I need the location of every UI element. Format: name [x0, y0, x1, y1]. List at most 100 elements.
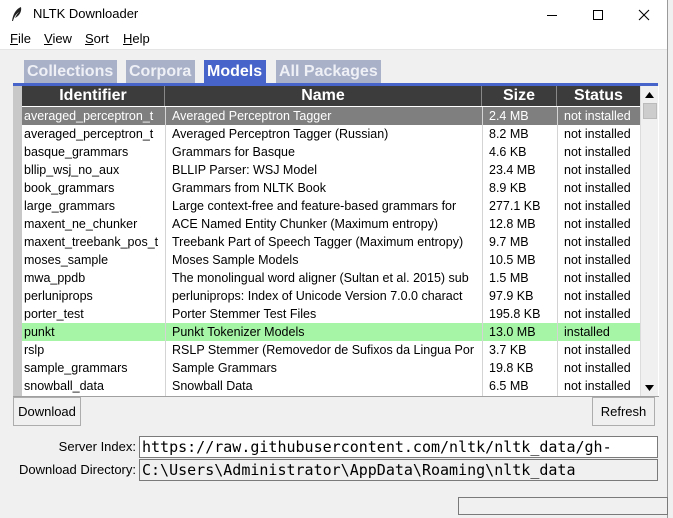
- tab-all-packages[interactable]: All Packages: [276, 60, 381, 83]
- cell-name: Sample Grammars: [172, 361, 277, 375]
- cell-size: 8.2 MB: [489, 127, 529, 141]
- refresh-button[interactable]: Refresh: [592, 397, 655, 426]
- table-row[interactable]: rslp RSLP Stemmer (Removedor de Sufixos d…: [22, 341, 640, 359]
- table-row[interactable]: sample_grammars Sample Grammars 19.8 KB not…: [22, 359, 640, 377]
- cell-status: not installed: [564, 253, 631, 267]
- cell-status: not installed: [564, 235, 631, 249]
- cell-status: not installed: [564, 145, 631, 159]
- cell-name: Snowball Data: [172, 379, 253, 393]
- column-divider: [482, 107, 483, 396]
- close-icon: [638, 9, 650, 20]
- cell-status: not installed: [564, 217, 631, 231]
- cell-size: 13.0 MB: [489, 325, 536, 339]
- table-row[interactable]: porter_test Porter Stemmer Test Files 195.…: [22, 305, 640, 323]
- cell-identifier: maxent_ne_chunker: [24, 217, 138, 231]
- cell-identifier: sample_grammars: [24, 361, 128, 375]
- table-row[interactable]: large_grammars Large context-free and fea…: [22, 197, 640, 215]
- cell-size: 3.7 KB: [489, 343, 527, 357]
- download-directory-input[interactable]: C:\Users\Administrator\AppData\Roaming\n…: [139, 459, 658, 481]
- cell-status: not installed: [564, 343, 631, 357]
- cell-name: Treebank Part of Speech Tagger (Maximum …: [172, 235, 464, 249]
- column-header-name[interactable]: Name: [165, 86, 482, 106]
- table-row[interactable]: punkt Punkt Tokenizer Models 13.0 MB instal…: [22, 323, 640, 341]
- tab-collections[interactable]: Collections: [24, 60, 117, 83]
- feather-pen-icon: [12, 7, 22, 21]
- menu-file[interactable]: File: [10, 31, 31, 46]
- cell-status: not installed: [564, 163, 631, 177]
- menu-sort-accel: S: [85, 31, 94, 46]
- scroll-down-button[interactable]: [641, 379, 658, 396]
- menu-view[interactable]: View: [44, 31, 72, 46]
- table-row[interactable]: basque_grammars Grammars for Basque 4.6 KB…: [22, 143, 640, 161]
- minimize-button[interactable]: [529, 0, 575, 29]
- cell-size: 277.1 KB: [489, 199, 541, 213]
- nltk-downloader-window: NLTK Downloader File View Sort Help Coll…: [0, 0, 668, 518]
- cell-name: Averaged Perceptron Tagger (Russian): [172, 127, 389, 141]
- cell-status: installed: [564, 325, 610, 339]
- menu-sort-label: ort: [93, 31, 109, 46]
- window-title: NLTK Downloader: [33, 6, 139, 21]
- cell-identifier: mwa_ppdb: [24, 271, 86, 285]
- column-divider: [165, 107, 166, 396]
- cell-identifier: maxent_treebank_pos_t: [24, 235, 159, 249]
- cell-name: Moses Sample Models: [172, 253, 299, 267]
- scroll-up-button[interactable]: [641, 86, 658, 103]
- cell-size: 6.5 MB: [489, 379, 529, 393]
- table-row[interactable]: perluniprops perluniprops: Index of Unico…: [22, 287, 640, 305]
- server-index-input[interactable]: https://raw.githubusercontent.com/nltk/n…: [139, 436, 658, 458]
- column-divider: [557, 107, 558, 396]
- menu-help-accel: H: [123, 31, 133, 46]
- cell-identifier: punkt: [24, 325, 55, 339]
- cell-size: 4.6 KB: [489, 145, 527, 159]
- table-scrollbar[interactable]: [640, 86, 658, 396]
- menu-file-label: ile: [17, 31, 31, 46]
- table-row[interactable]: averaged_perceptron_t Averaged Perceptron…: [22, 125, 640, 143]
- menu-help-label: elp: [132, 31, 150, 46]
- arrow-down-icon: [645, 384, 654, 391]
- table-row[interactable]: bllip_wsj_no_aux BLLIP Parser: WSJ Model 2…: [22, 161, 640, 179]
- cell-status: not installed: [564, 199, 631, 213]
- column-header-identifier[interactable]: Identifier: [22, 86, 165, 106]
- table-row[interactable]: maxent_treebank_pos_t Treebank Part of Sp…: [22, 233, 640, 251]
- cell-size: 19.8 KB: [489, 361, 534, 375]
- menu-sort[interactable]: Sort: [85, 31, 109, 46]
- tab-models[interactable]: Models: [204, 60, 266, 83]
- cell-size: 12.8 MB: [489, 217, 536, 231]
- table-row[interactable]: maxent_ne_chunker ACE Named Entity Chunke…: [22, 215, 640, 233]
- cell-status: not installed: [564, 181, 631, 195]
- table-row[interactable]: book_grammars Grammars from NLTK Book 8.9 …: [22, 179, 640, 197]
- tab-corpora[interactable]: Corpora: [126, 60, 195, 83]
- cell-name: The monolingual word aligner (Sultan et …: [172, 271, 469, 285]
- menu-bar: File View Sort Help: [0, 29, 667, 50]
- cell-status: not installed: [564, 379, 631, 393]
- maximize-icon: [593, 9, 603, 20]
- cell-name: Punkt Tokenizer Models: [172, 325, 305, 339]
- cell-name: Grammars for Basque: [172, 145, 295, 159]
- cell-name: Porter Stemmer Test Files: [172, 307, 317, 321]
- column-header-status[interactable]: Status: [557, 86, 640, 106]
- cell-identifier: basque_grammars: [24, 145, 129, 159]
- cell-identifier: bllip_wsj_no_aux: [24, 163, 120, 177]
- cell-identifier: averaged_perceptron_t: [24, 127, 154, 141]
- table-row[interactable]: snowball_data Snowball Data 6.5 MB not inst…: [22, 377, 640, 395]
- cell-identifier: snowball_data: [24, 379, 104, 393]
- download-button[interactable]: Download: [13, 397, 81, 426]
- title-bar[interactable]: NLTK Downloader: [0, 0, 667, 29]
- server-index-label: Server Index:: [58, 439, 136, 454]
- cell-size: 97.9 KB: [489, 289, 534, 303]
- close-button[interactable]: [621, 0, 667, 29]
- table-row[interactable]: mwa_ppdb The monolingual word aligner (Su…: [22, 269, 640, 287]
- cell-size: 1.5 MB: [489, 271, 529, 285]
- progress-bar: [458, 497, 668, 515]
- menu-help[interactable]: Help: [123, 31, 150, 46]
- table-header: Identifier Name Size Status: [22, 86, 640, 106]
- maximize-button[interactable]: [575, 0, 621, 29]
- scroll-thumb[interactable]: [643, 103, 657, 119]
- cell-size: 23.4 MB: [489, 163, 536, 177]
- column-header-size[interactable]: Size: [482, 86, 557, 106]
- table-row[interactable]: averaged_perceptron_t Averaged Perceptron…: [22, 107, 640, 125]
- cell-identifier: large_grammars: [24, 199, 116, 213]
- cell-name: RSLP Stemmer (Removedor de Sufixos da Li…: [172, 343, 475, 357]
- table-row[interactable]: moses_sample Moses Sample Models 10.5 MB no…: [22, 251, 640, 269]
- cell-identifier: averaged_perceptron_t: [24, 109, 154, 123]
